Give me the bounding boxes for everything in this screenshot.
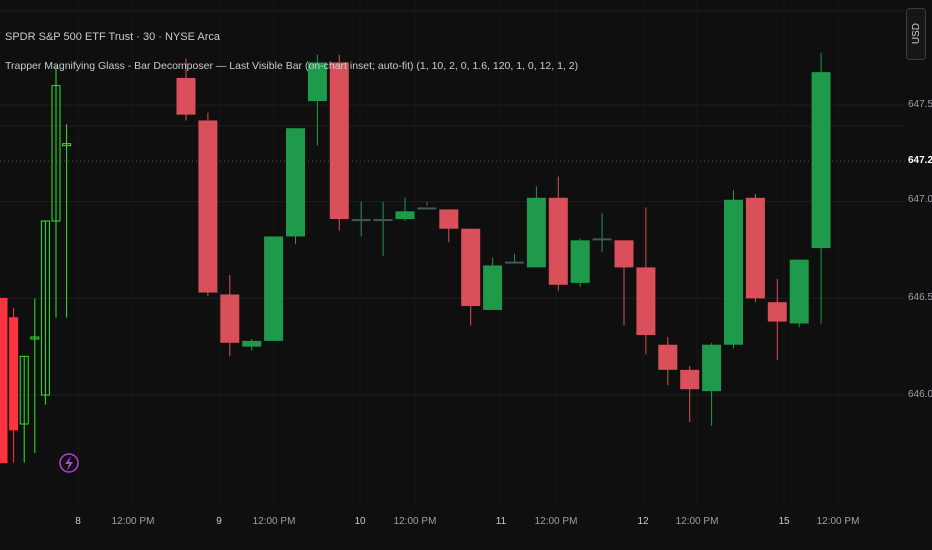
candle-body <box>745 197 765 299</box>
candle <box>636 207 656 355</box>
time-tick-day: 12 <box>637 516 649 527</box>
candle <box>286 128 305 245</box>
price-tick: 646.00 <box>908 389 932 400</box>
candle <box>198 112 218 297</box>
candle-body <box>658 344 678 370</box>
time-tick: 12:00 PM <box>111 516 155 527</box>
candle-body <box>242 340 262 347</box>
candle <box>526 186 546 268</box>
candle-body <box>220 294 240 343</box>
candle <box>373 201 393 256</box>
current-price-label: 647.21 <box>908 155 932 166</box>
candle-body <box>570 240 590 283</box>
chart-grid <box>0 0 905 505</box>
candle <box>680 366 700 423</box>
candle-body <box>702 344 722 392</box>
candle-body <box>592 238 612 241</box>
candle <box>570 238 590 287</box>
time-tick-day: 8 <box>75 516 81 527</box>
candle-body <box>636 267 656 336</box>
inset-candle <box>62 124 72 318</box>
inset-candle-body <box>0 297 8 464</box>
price-tick: 647.50 <box>908 99 932 110</box>
currency-button[interactable]: USD <box>906 8 926 60</box>
candle-body <box>395 211 415 220</box>
time-tick-day: 10 <box>354 516 366 527</box>
candle-body <box>417 207 437 210</box>
candle-body <box>461 228 481 307</box>
candlestick-series <box>176 52 831 426</box>
time-tick: 12:00 PM <box>816 516 860 527</box>
time-tick: 12:00 PM <box>675 516 719 527</box>
candle <box>789 259 809 328</box>
inset-candle <box>30 298 40 453</box>
inset-candle <box>40 220 50 405</box>
candle-body <box>351 219 371 222</box>
candle <box>592 213 612 252</box>
candle-body <box>483 265 503 310</box>
candle <box>548 176 568 291</box>
candle <box>614 240 634 326</box>
candle-body <box>505 261 524 264</box>
candle <box>461 228 481 326</box>
candle-body <box>286 128 305 237</box>
candle-body <box>329 62 349 220</box>
candle <box>329 54 349 231</box>
inset-candle <box>19 355 29 463</box>
candle-body <box>811 72 831 249</box>
candle <box>702 342 722 426</box>
price-tick: 646.50 <box>908 292 932 303</box>
inset-candle-body <box>9 317 19 431</box>
candle-body <box>680 369 700 390</box>
candle <box>658 337 678 386</box>
candle <box>483 257 503 310</box>
candle <box>505 253 524 264</box>
time-tick: 12:00 PM <box>534 516 578 527</box>
time-tick-day: 11 <box>495 516 507 527</box>
candle-body <box>724 199 743 345</box>
inset-candle <box>9 308 19 463</box>
candle-body <box>614 240 634 268</box>
indicator-title[interactable]: Trapper Magnifying Glass - Bar Decompose… <box>5 60 578 72</box>
candle-body <box>373 219 393 222</box>
candle <box>724 190 743 349</box>
candle <box>417 201 437 210</box>
currency-label: USD <box>910 23 922 45</box>
candle-body <box>789 259 809 324</box>
candle <box>811 52 831 324</box>
candle <box>745 193 765 303</box>
time-tick: 12:00 PM <box>393 516 437 527</box>
inset-candle <box>0 297 8 464</box>
candle <box>242 338 262 351</box>
price-chart[interactable] <box>0 0 932 550</box>
candle-body <box>198 120 218 293</box>
candle <box>264 236 284 341</box>
lightning-icon[interactable] <box>59 453 79 473</box>
candle-body <box>264 236 284 341</box>
symbol-title: SPDR S&P 500 ETF Trust · 30 · NYSE Arca <box>5 31 220 43</box>
candle <box>439 209 459 243</box>
candle-body <box>548 197 568 285</box>
inset-candle <box>51 66 61 318</box>
candle <box>351 201 371 237</box>
candle-body <box>526 197 546 268</box>
time-tick-day: 15 <box>778 516 790 527</box>
candle <box>220 275 240 357</box>
price-tick: 647.00 <box>908 194 932 205</box>
candle-body <box>767 302 787 322</box>
time-tick-day: 9 <box>216 516 222 527</box>
candle-body <box>439 209 459 229</box>
candle-body <box>176 77 196 115</box>
time-tick: 12:00 PM <box>252 516 296 527</box>
